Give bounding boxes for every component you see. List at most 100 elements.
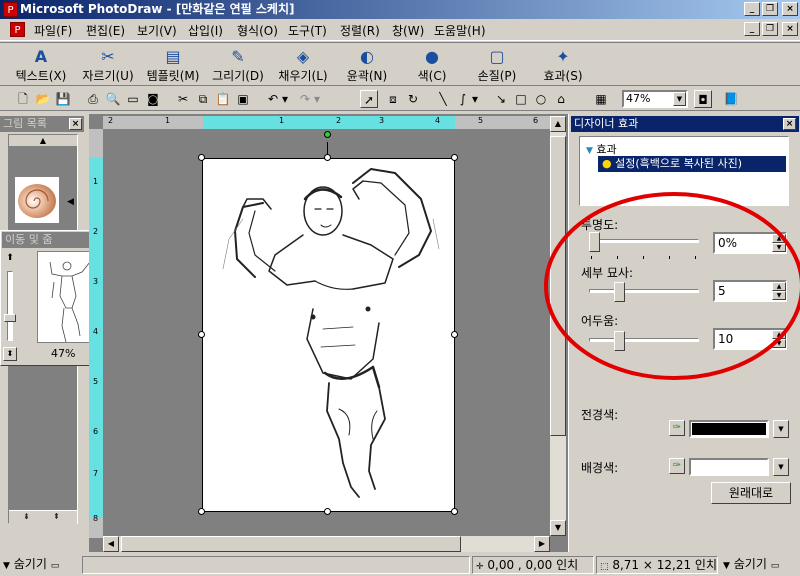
background-eyedropper-icon[interactable]: ✑ [669,458,685,474]
open-folder-icon[interactable]: 📂 [34,90,52,108]
color-tool-button[interactable]: ● 색(C) [412,45,452,85]
resize-handle-e[interactable] [451,331,458,338]
zoom-slider-track[interactable] [4,271,16,341]
new-file-icon[interactable]: 🗋 [14,90,32,108]
effects-tool-button[interactable]: ✦ 효과(S) [538,45,588,85]
close-icon[interactable]: × [782,2,798,16]
menu-insert[interactable]: 삽입(I) [188,22,223,39]
resize-handle-n[interactable] [324,154,331,161]
camera-icon[interactable]: ◙ [144,90,162,108]
outline-tool-button[interactable]: ◐ 윤곽(N) [342,45,392,85]
zoom-slider-thumb[interactable] [4,314,16,322]
tree-selected-item[interactable]: ● 설정(흑백으로 복사된 사진) [598,156,786,172]
menu-edit[interactable]: 편집(E) [86,22,125,39]
curve-dropdown-icon[interactable]: ▾ [470,90,480,108]
resize-handle-ne[interactable] [451,154,458,161]
doc-restore-icon[interactable]: ❐ [762,22,778,36]
background-color-combo[interactable] [689,458,769,476]
scroll-left-icon[interactable]: ◀ [103,536,119,552]
hide-left-button[interactable]: ▼ 숨기기 ▭ [0,556,78,574]
thumbnail-shell[interactable] [15,177,59,223]
resize-handle-s[interactable] [324,508,331,515]
visual-menu-bar: A 텍스트(X) ✂ 자르기(U) ▤ 템플릿(M) ✎ 그리기(D) ◈ 채우… [0,42,800,86]
foreground-eyedropper-icon[interactable]: ✑ [669,420,685,436]
ruler-v-label: 5 [93,377,99,386]
picture-list-close-icon[interactable]: × [69,118,82,130]
help-book-icon[interactable]: 📘 [722,90,740,108]
doc-close-icon[interactable]: × [782,22,798,36]
text-tool-button[interactable]: A 텍스트(X) [10,45,72,85]
touchup-tool-button[interactable]: ▢ 손질(P) [472,45,522,85]
scan-icon[interactable]: ▭ [124,90,142,108]
resize-handle-se[interactable] [451,508,458,515]
menu-arrange[interactable]: 정렬(R) [340,22,380,39]
scroll-top-icon[interactable]: ⇞ [53,511,60,523]
scroll-right-icon[interactable]: ▶ [534,536,550,552]
foreground-color-combo[interactable] [689,420,769,438]
rotate-handle[interactable] [324,131,331,138]
zoom-value: 47% [626,92,651,105]
hide-right-button[interactable]: ▼ 숨기기 ▭ [720,556,798,574]
menu-help[interactable]: 도움말(H) [434,22,486,39]
rectangle-icon[interactable]: □ [512,90,530,108]
redo-dropdown-icon[interactable]: ▾ [312,90,322,108]
copy-icon[interactable]: ⧉ [194,90,212,108]
template-tool-button[interactable]: ▤ 템플릿(M) [142,45,204,85]
picture-list-scroll-up-icon[interactable]: ▲ [9,135,77,147]
resize-handle-nw[interactable] [198,154,205,161]
menu-file[interactable]: 파일(F) [34,22,72,39]
designer-close-icon[interactable]: × [783,118,796,130]
autoshape-icon[interactable]: ⌂ [552,90,570,108]
fill-tool-button[interactable]: ◈ 채우기(L) [272,45,334,85]
resize-handle-w[interactable] [198,331,205,338]
arrange-icon[interactable]: ⧈ [384,90,402,108]
crop-tool-button[interactable]: ✂ 자르기(U) [78,45,138,85]
horizontal-scrollbar[interactable]: ◀ ▶ [103,536,550,552]
resize-handle-sw[interactable] [198,508,205,515]
designer-effects-icon[interactable]: ◘ [694,90,712,108]
app-icon[interactable]: P [3,2,18,17]
horizontal-scroll-thumb[interactable] [121,536,461,552]
document-page[interactable] [202,158,455,512]
zoom-dropdown-icon[interactable]: ▼ [673,92,686,106]
minimize-icon[interactable]: _ [744,2,760,16]
menu-window[interactable]: 창(W) [392,22,424,39]
foreground-dropdown-icon[interactable]: ▼ [773,420,789,438]
zoom-in-icon[interactable]: ⬆ [3,253,17,267]
format-painter-icon[interactable]: ▣ [234,90,252,108]
save-icon[interactable]: 💾 [54,90,72,108]
ruler-h-label: 1 [279,116,285,125]
zoom-combo[interactable]: 47% ▼ [622,90,688,108]
line-icon[interactable]: ╲ [434,90,452,108]
scroll-bottom-icon[interactable]: ⇟ [23,511,30,523]
doc-minimize-icon[interactable]: _ [744,22,760,36]
tree-root-node[interactable]: ▼ 효과 [586,141,617,157]
scroll-down-icon[interactable]: ▼ [550,520,566,536]
draw-tool-button[interactable]: ✎ 그리기(D) [208,45,268,85]
pointer-icon[interactable]: ➚ [360,90,378,108]
arrow-icon[interactable]: ↘ [492,90,510,108]
restore-icon[interactable]: ❐ [762,2,778,16]
cut-icon[interactable]: ✂ [174,90,192,108]
scroll-up-icon[interactable]: ▲ [550,116,566,132]
ellipse-icon[interactable]: ○ [532,90,550,108]
document-icon[interactable]: P [10,22,25,37]
background-dropdown-icon[interactable]: ▼ [773,458,789,476]
print-icon[interactable]: ⎙ [84,90,102,108]
menu-view[interactable]: 보기(V) [137,22,177,39]
pan-zoom-percent: 47% [51,347,76,360]
scissors-icon: ✂ [101,47,115,66]
text-tool-label: 텍스트(X) [15,69,67,83]
tree-expand-icon[interactable]: ▼ [586,146,593,156]
color-icon: ● [425,47,439,66]
paste-icon[interactable]: 📋 [214,90,232,108]
menu-format[interactable]: 형식(O) [237,22,278,39]
print-preview-icon[interactable]: 🔍 [104,90,122,108]
text-box-icon[interactable]: ▦ [592,90,610,108]
zoom-fit-icon[interactable]: ⬍ [3,347,17,361]
rotate-icon[interactable]: ↻ [404,90,422,108]
undo-dropdown-icon[interactable]: ▾ [280,90,290,108]
menu-tools[interactable]: 도구(T) [288,22,327,39]
pencil-sketch-image [222,168,440,498]
reset-button[interactable]: 원래대로 [711,482,791,504]
